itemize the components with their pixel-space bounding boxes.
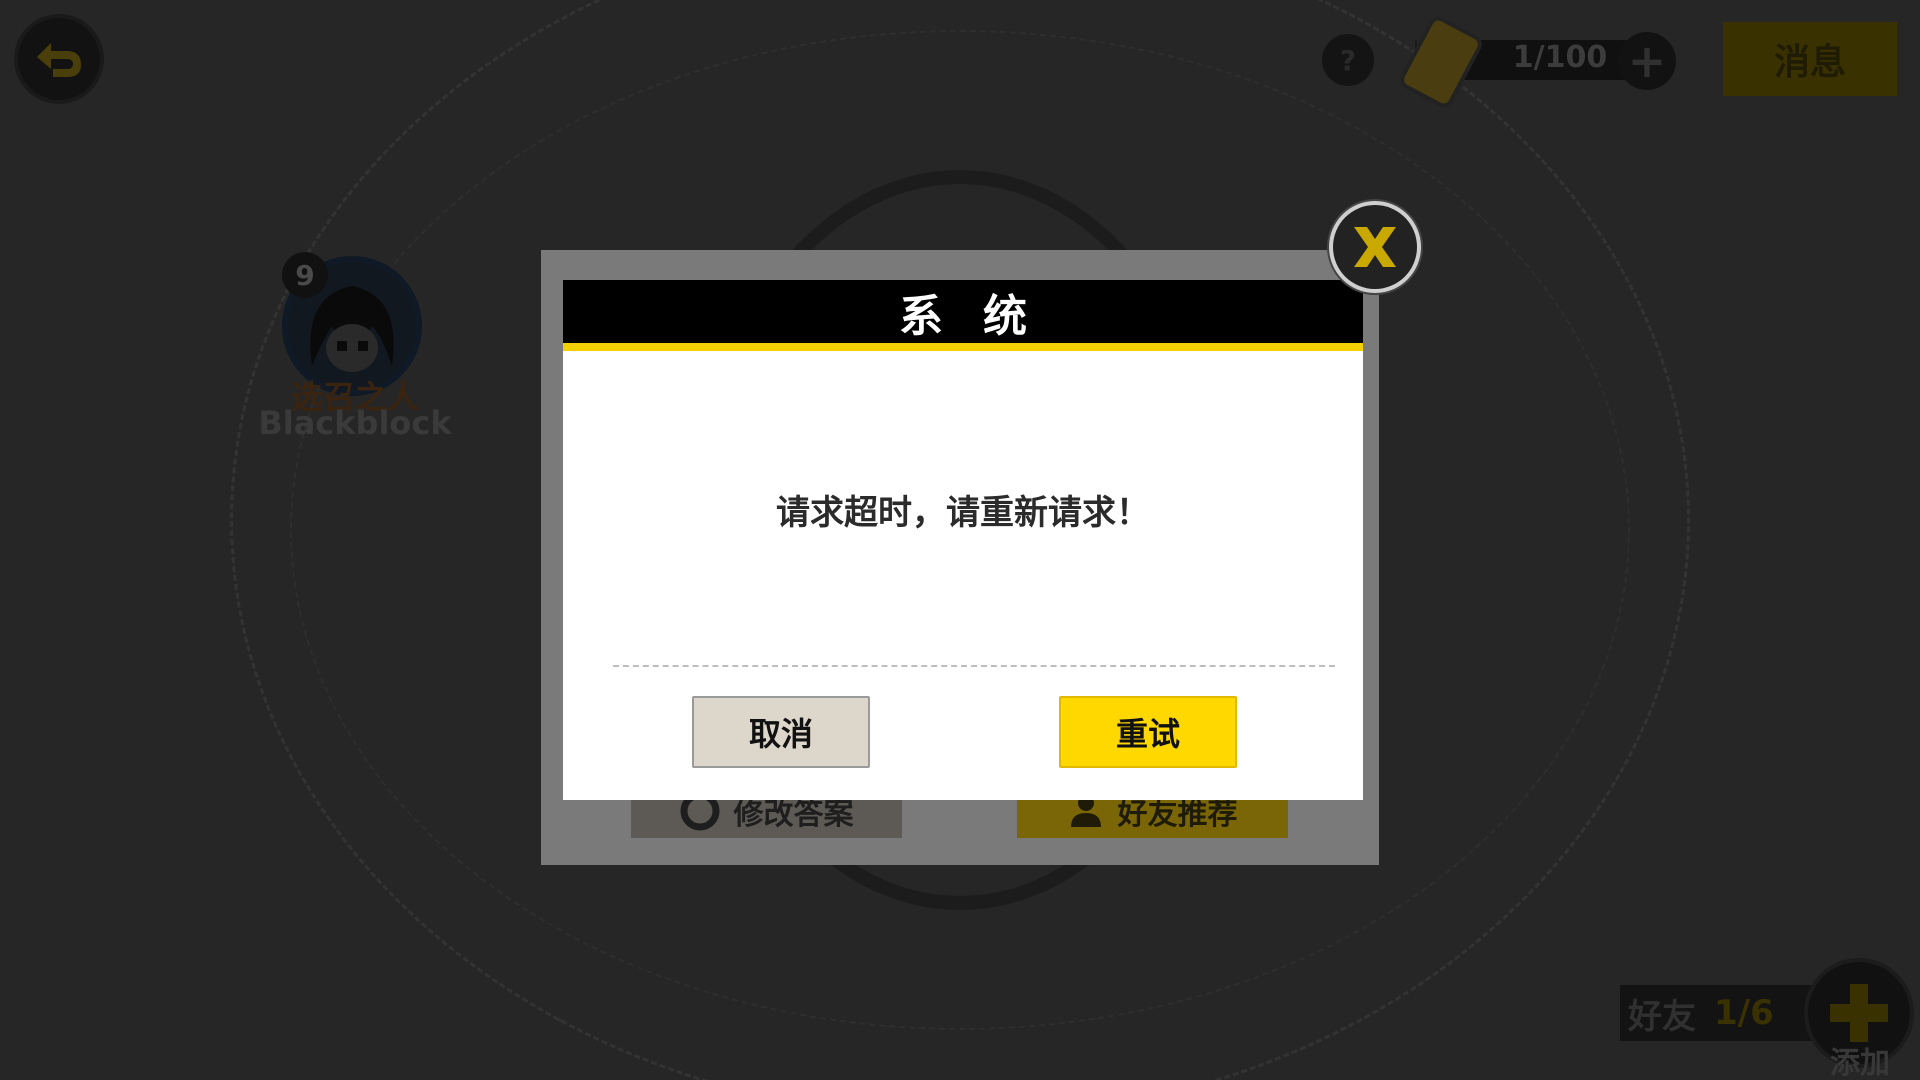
help-button[interactable]: ? (1322, 34, 1374, 86)
dialog-title: 系统 (563, 280, 1363, 343)
back-button[interactable] (18, 18, 100, 100)
add-friend-label: 添加 (1830, 1046, 1890, 1080)
back-arrow-icon (37, 43, 81, 77)
stamina-add-button[interactable]: + (1618, 32, 1676, 90)
messages-button[interactable]: 消息 (1723, 22, 1897, 96)
stamina-value: 1/100 (1512, 40, 1608, 75)
cancel-button[interactable]: 取消 (692, 696, 870, 768)
friend-name: Blackblock (258, 404, 452, 442)
retry-button[interactable]: 重试 (1059, 696, 1237, 768)
close-x-icon (1354, 227, 1396, 267)
question-icon: ? (1339, 43, 1357, 77)
friend-level-badge: 9 (282, 252, 328, 298)
screen-root: ? 1/100 + 消息 9 选召之人 Blackblock 好友 1/6 添加 (0, 0, 1920, 1080)
system-dialog: 系统 请求超时，请重新请求！ 取消 重试 (563, 280, 1363, 800)
friends-counter-label: 好友 (1628, 996, 1696, 1037)
dialog-title-stripe (563, 343, 1363, 351)
close-button[interactable] (1333, 205, 1417, 289)
plus-icon: + (1627, 34, 1667, 88)
dialog-message: 请求超时，请重新请求！ (776, 493, 1150, 533)
dialog-divider (613, 665, 1335, 667)
friends-counter: 好友 1/6 (1620, 985, 1820, 1041)
friends-counter-count: 1/6 (1714, 993, 1774, 1033)
